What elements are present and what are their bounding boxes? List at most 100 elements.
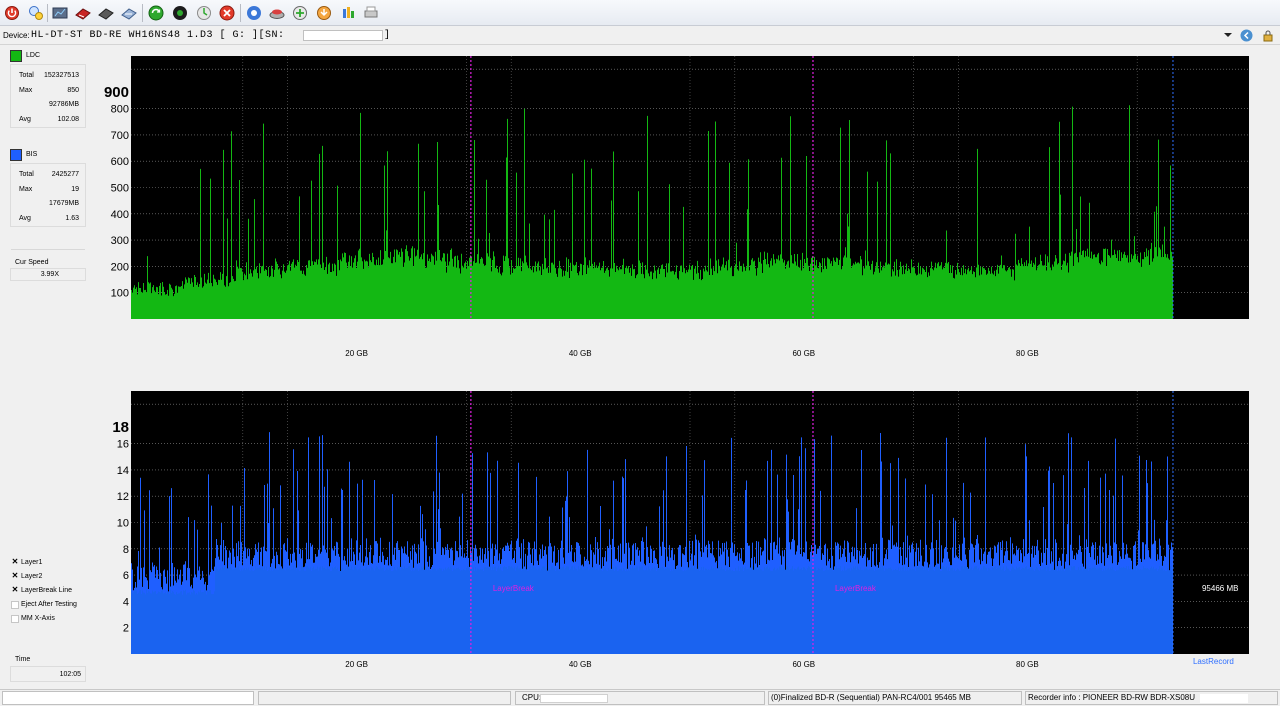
bis-x-tick-label: 80 GB: [1016, 660, 1039, 669]
device-bracket: ]: [384, 30, 391, 41]
bis-end-label: 95466 MB: [1202, 584, 1238, 593]
ldc-y-tick-label: 600: [111, 156, 129, 168]
ldc-swatch: [10, 50, 22, 62]
back-icon[interactable]: [1240, 29, 1253, 44]
ldc-y-tick-label: 300: [111, 235, 129, 247]
option-label: LayerBreak Line: [21, 587, 72, 594]
ldc-x-tick-label: 60 GB: [792, 349, 815, 358]
bis-avg-value: 1.63: [65, 215, 79, 222]
checkbox[interactable]: ✕: [11, 586, 19, 595]
bis-y-tick-label: 2: [123, 623, 129, 635]
cur-speed-box: 3.99X: [10, 268, 86, 281]
bis-x-tick-label: 40 GB: [569, 660, 592, 669]
power-icon[interactable]: [3, 4, 21, 22]
disc-erase-icon[interactable]: [74, 4, 92, 22]
bis-total-label: Total: [19, 171, 34, 178]
ldc-y-tick-label: 100: [111, 288, 129, 300]
bis-y-tick-label: 6: [123, 570, 129, 582]
cpu-meter: [540, 694, 608, 703]
checkbox[interactable]: ✕: [11, 572, 19, 581]
ldc-x-tick-label: 40 GB: [569, 349, 592, 358]
save-icon[interactable]: [315, 4, 333, 22]
time-value: 102:05: [59, 671, 81, 678]
bis-layer-break-label: LayerBreak: [835, 584, 877, 593]
chart-area: 100 200 300 400 500 600 700 800 900 20 GB 40 GB 60 …: [88, 46, 1278, 688]
help-icon[interactable]: [339, 4, 357, 22]
ldc-total-value: 152327513: [43, 72, 79, 79]
cpu-label: CPU:: [522, 693, 542, 702]
checkbox[interactable]: [11, 615, 19, 623]
device-label: Device:: [3, 31, 30, 40]
device-bar: Device: HL-DT-ST BD-RE WH16NS48 1.D3 [ G…: [0, 27, 1280, 45]
option-label: Eject After Testing: [21, 601, 77, 608]
ldc-max-value: 850: [67, 87, 79, 94]
cancel-icon[interactable]: [218, 4, 236, 22]
bis-y-tick-label: 12: [117, 491, 129, 503]
ldc-total-label: Total: [19, 72, 34, 79]
disc-info-icon[interactable]: [97, 4, 115, 22]
bis-x-tick-label: 60 GB: [792, 660, 815, 669]
bis-x-tick-label: 20 GB: [345, 660, 368, 669]
bis-chart: 2 4 6 8 10 12 14 16 18 LayerBreak LayerBreak 95466 …: [112, 391, 1249, 669]
cur-speed-value: 3.99X: [40, 271, 59, 278]
scan-disc-icon[interactable]: [120, 4, 138, 22]
bis-y-tick-label: 8: [123, 544, 129, 556]
ldc-avg-label: Avg: [19, 116, 31, 123]
bis-swatch: [10, 149, 22, 161]
screenshot-icon[interactable]: [291, 4, 309, 22]
disc-info-field: (0)Finalized BD-R (Sequential) PAN-RC4/0…: [768, 691, 1022, 705]
bis-last-record-label: LastRecord: [1193, 657, 1234, 666]
print-icon[interactable]: [362, 4, 380, 22]
status-message-field: [2, 691, 254, 705]
ldc-stats-box: Total 152327513 Max 850 92786MB Avg 102.08: [10, 64, 86, 128]
time-box: 102:05: [10, 666, 86, 682]
bis-layer-break-label: LayerBreak: [493, 584, 535, 593]
ldc-x-tick-label: 20 GB: [345, 349, 368, 358]
start-icon[interactable]: [147, 4, 165, 22]
bis-max-value: 19: [71, 186, 79, 193]
bis-stats-box: Total 2425277 Max 19 17679MB Avg 1.63: [10, 163, 86, 227]
bis-max-position: 17679MB: [49, 200, 79, 207]
refresh-icon[interactable]: [195, 4, 213, 22]
ldc-y-max-label: 900: [104, 84, 129, 101]
stop-icon[interactable]: [171, 4, 189, 22]
status-progress-field: [258, 691, 511, 705]
lock-icon[interactable]: [1262, 29, 1274, 44]
bis-y-max-label: 18: [112, 419, 129, 436]
checkbox[interactable]: ✕: [11, 558, 19, 567]
ldc-y-tick-label: 800: [111, 104, 129, 116]
bis-y-tick-label: 16: [117, 439, 129, 451]
device-select[interactable]: HL-DT-ST BD-RE WH16NS48 1.D3 [ G: ][SN:: [31, 30, 285, 41]
recorder-serial-field: [1200, 694, 1248, 703]
bis-y-tick-label: 14: [117, 465, 129, 477]
ldc-y-tick-label: 700: [111, 130, 129, 142]
ldc-y-tick-label: 400: [111, 209, 129, 221]
stats-sidebar: LDC Total 152327513 Max 850 92786MB Avg 102…: [7, 46, 87, 686]
disc-eject-icon[interactable]: [268, 4, 286, 22]
benchmark-icon[interactable]: [51, 4, 69, 22]
toolbar: [0, 0, 1280, 26]
option-label: Layer2: [21, 573, 43, 580]
bis-legend-label: BIS: [26, 151, 38, 158]
ldc-max-position: 92786MB: [49, 101, 79, 108]
options-list: ✕ Layer1 ✕ Layer2 ✕ LayerBreak Line Eject Afte…: [7, 558, 87, 628]
ldc-y-tick-label: 200: [111, 261, 129, 273]
drive-info-icon[interactable]: [27, 4, 45, 22]
option-label: MM X-Axis: [21, 615, 55, 622]
checkbox[interactable]: [11, 601, 19, 609]
time-label: Time: [15, 656, 31, 663]
bis-avg-label: Avg: [19, 215, 31, 222]
chevron-down-icon[interactable]: [1224, 33, 1232, 37]
ldc-y-tick-label: 500: [111, 183, 129, 195]
ldc-max-label: Max: [19, 87, 33, 94]
divider: [11, 249, 85, 250]
ldc-legend-label: LDC: [26, 52, 41, 59]
settings-icon[interactable]: [245, 4, 263, 22]
bis-y-tick-label: 4: [123, 596, 129, 608]
ldc-chart: 100 200 300 400 500 600 700 800 900 20 GB 40 GB 60 …: [104, 56, 1249, 358]
bis-total-value: 2425277: [51, 171, 79, 178]
cur-speed-label: Cur Speed: [15, 259, 49, 266]
bis-max-label: Max: [19, 186, 33, 193]
ldc-x-tick-label: 80 GB: [1016, 349, 1039, 358]
ldc-avg-value: 102.08: [57, 116, 79, 123]
